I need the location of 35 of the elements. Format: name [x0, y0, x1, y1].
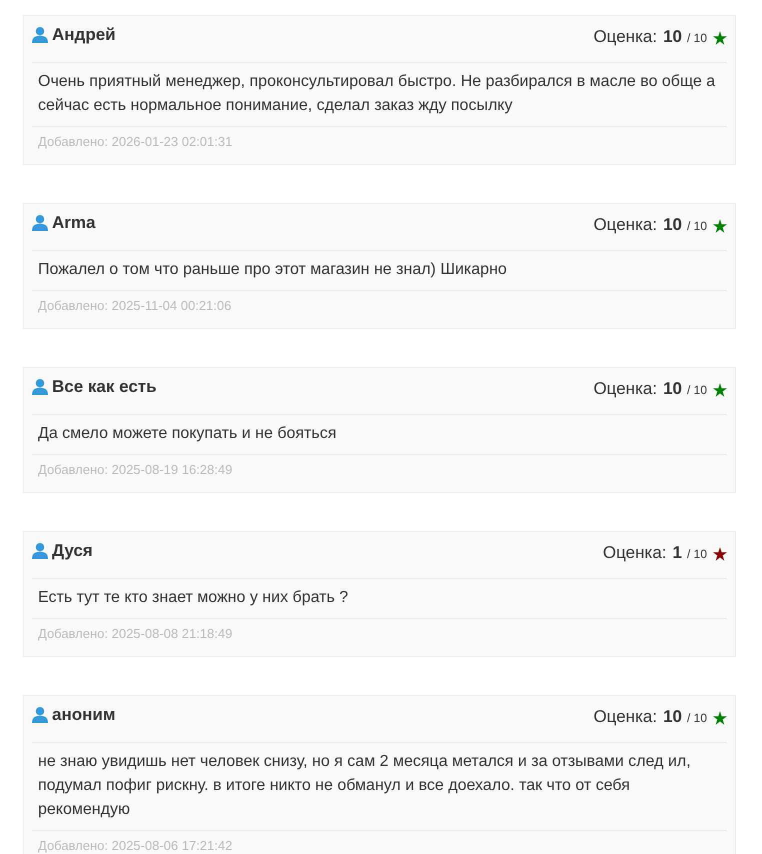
user-icon [32, 379, 48, 395]
review-date: Добавлено: 2025-08-06 17:21:42 [38, 838, 232, 853]
rating-label: Оценка: [602, 542, 667, 564]
review-text: не знаю увидишь нет человек снизу, но я сам 2 месяца метался и за отзывами след ил, подумал пофиг рискну. в итоге никто не обманул и все доехало. так что от себя рекомендую [38, 753, 691, 818]
user-icon [32, 543, 48, 559]
rating-max: / 10 [686, 218, 707, 235]
rating-max: / 10 [686, 710, 707, 727]
rating-score: 1 [672, 542, 682, 564]
review-text: Да смело можете покупать и не бояться [38, 425, 336, 442]
rating-label: Оценка: [593, 378, 658, 400]
review-date: Добавлено: 2025-11-04 00:21:06 [38, 298, 232, 313]
rating-score: 10 [663, 26, 682, 48]
rating-max: / 10 [686, 546, 707, 563]
review-date: Добавлено: 2025-08-08 21:18:49 [38, 626, 232, 641]
rating-score: 10 [663, 378, 682, 400]
user-icon [32, 707, 48, 723]
rating-max: / 10 [686, 382, 707, 399]
review-text: Пожалел о том что раньше про этот магазин не знал) Шикарно [38, 261, 507, 278]
author-name: Андрей [52, 24, 116, 46]
author-name: Все как есть [52, 376, 157, 398]
review-date: Добавлено: 2026-01-23 02:01:31 [38, 134, 232, 149]
rating-score: 10 [663, 214, 682, 236]
rating-label: Оценка: [593, 706, 658, 728]
user-icon [32, 27, 48, 43]
user-icon [32, 215, 48, 231]
author-name: Arma [52, 212, 96, 234]
rating-label: Оценка: [593, 214, 658, 236]
author-name: аноним [52, 704, 116, 726]
review-text: Очень приятный менеджер, проконсультировал быстро. Не разбирался в масле во обще а сейчас есть нормальное понимание, сделал заказ жду посылку [38, 73, 716, 114]
author-name: Дуся [52, 540, 93, 562]
review-text: Есть тут те кто знает можно у них брать ? [38, 589, 348, 606]
rating-max: / 10 [686, 30, 707, 47]
rating-label: Оценка: [593, 26, 658, 48]
review-date: Добавлено: 2025-08-19 16:28:49 [38, 462, 232, 477]
rating-score: 10 [663, 706, 682, 728]
